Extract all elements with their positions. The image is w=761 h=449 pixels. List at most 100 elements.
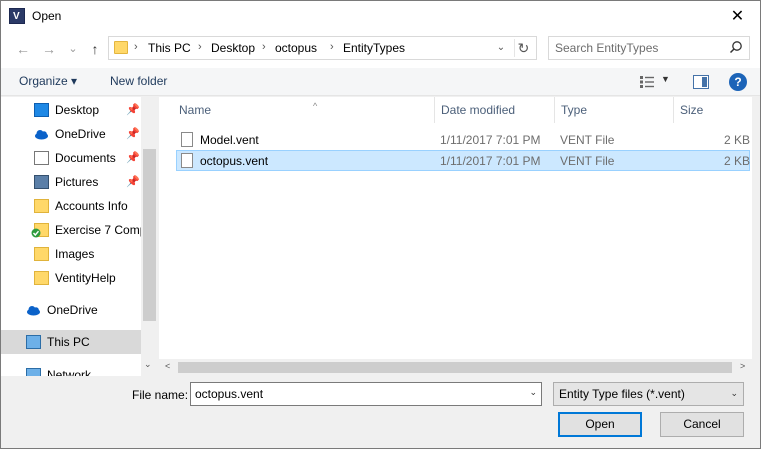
breadcrumb-entitytypes[interactable]: EntityTypes	[343, 41, 405, 55]
help-icon[interactable]: ?	[729, 73, 747, 91]
sort-ascending-icon: ^	[313, 101, 318, 111]
file-type: VENT File	[560, 154, 615, 168]
refresh-button[interactable]: ↻	[514, 39, 532, 57]
breadcrumb-separator: ›	[198, 41, 202, 53]
breadcrumb-separator: ›	[262, 41, 266, 53]
file-row-octopus-vent[interactable]: octopus.vent 1/11/2017 7:01 PM VENT File…	[176, 150, 750, 171]
breadcrumb-this-pc[interactable]: This PC	[148, 41, 191, 55]
file-name-label: File name:	[132, 388, 189, 402]
open-dialog: V Open ✕ ← → ⌄ ↑ › This PC › Desktop › o…	[0, 0, 761, 449]
file-name: octopus.vent	[200, 154, 269, 168]
view-options-icon[interactable]	[639, 75, 655, 89]
close-button[interactable]: ✕	[715, 1, 760, 32]
cancel-button[interactable]: Cancel	[660, 412, 744, 437]
organize-menu-button[interactable]: Organize ▾	[19, 74, 77, 88]
sidebar-item-label: Exercise 7 Comp	[55, 223, 147, 237]
navigation-bar: ← → ⌄ ↑ › This PC › Desktop › octopus › …	[1, 32, 760, 68]
open-button[interactable]: Open	[558, 412, 642, 437]
pin-icon: 📌	[126, 104, 140, 116]
onedrive-icon	[27, 306, 40, 316]
file-name-input[interactable]	[191, 383, 517, 405]
breadcrumb-separator: ›	[134, 41, 138, 53]
address-dropdown-button[interactable]: ⌄	[493, 40, 509, 56]
sidebar-item-images[interactable]: Images	[1, 242, 141, 266]
sidebar-item-desktop[interactable]: Desktop 📌	[1, 98, 141, 122]
scrollbar-thumb[interactable]	[143, 149, 156, 321]
breadcrumb-separator: ›	[330, 41, 334, 53]
sidebar-item-onedrive[interactable]: OneDrive	[1, 298, 141, 322]
sidebar-item-documents[interactable]: Documents 📌	[1, 146, 141, 170]
chevron-down-icon: ⌄	[730, 388, 738, 398]
file-row-model-vent[interactable]: Model.vent 1/11/2017 7:01 PM VENT File 2…	[176, 129, 750, 150]
scrollbar-thumb[interactable]	[178, 362, 732, 373]
preview-pane-icon[interactable]	[693, 75, 709, 89]
sidebar-item-pictures[interactable]: Pictures 📌	[1, 170, 141, 194]
file-icon	[181, 153, 193, 168]
column-header-name[interactable]: Name ^	[173, 97, 435, 123]
file-type-value: Entity Type files (*.vent)	[559, 387, 685, 401]
sidebar-item-label: Documents	[55, 151, 116, 165]
sidebar-item-label: Network	[47, 368, 92, 376]
breadcrumb-octopus[interactable]: octopus	[275, 41, 317, 55]
pin-icon: 📌	[126, 128, 140, 140]
file-name-combobox: ⌄	[190, 382, 542, 406]
sidebar-item-ventityhelp[interactable]: VentityHelp	[1, 266, 141, 290]
recent-locations-button[interactable]: ⌄	[64, 40, 82, 58]
sidebar-item-label: Accounts Info	[55, 199, 128, 213]
scroll-right-icon[interactable]: >	[740, 361, 745, 371]
view-dropdown-caret[interactable]: ▼	[661, 74, 670, 84]
pin-icon: 📌	[126, 152, 140, 164]
folder-synced-icon	[31, 223, 49, 238]
horizontal-scrollbar[interactable]: < >	[159, 359, 752, 376]
file-type: VENT File	[560, 133, 615, 147]
sidebar-item-label: Images	[55, 247, 95, 261]
column-header-date-modified[interactable]: Date modified	[435, 97, 555, 123]
scroll-down-icon[interactable]: ⌄	[144, 359, 152, 370]
pane-edge	[752, 97, 760, 376]
command-toolbar: Organize ▾ New folder ▼ ?	[1, 68, 760, 96]
sidebar-item-label: This PC	[47, 335, 90, 349]
up-button[interactable]: ↑	[86, 40, 104, 58]
file-list: Name ^ Date modified Type Size Model.ven…	[159, 97, 752, 376]
onedrive-icon	[35, 130, 48, 140]
sidebar-item-accounts-info[interactable]: Accounts Info	[1, 194, 141, 218]
sidebar-item-label: OneDrive	[55, 127, 106, 141]
column-header-size[interactable]: Size	[674, 97, 752, 123]
app-icon: V	[9, 8, 25, 24]
sidebar-item-label: Desktop	[55, 103, 100, 117]
folder-icon	[34, 271, 49, 285]
scroll-left-icon[interactable]: <	[165, 361, 170, 371]
address-bar[interactable]: › This PC › Desktop › octopus › EntityTy…	[108, 36, 537, 60]
column-header-type[interactable]: Type	[555, 97, 674, 123]
search-input[interactable]	[549, 37, 727, 59]
forward-button[interactable]: →	[40, 40, 58, 58]
new-folder-button[interactable]: New folder	[110, 74, 167, 88]
sidebar-item-network[interactable]: Network	[1, 363, 141, 376]
folder-icon	[114, 41, 128, 54]
this-pc-icon	[26, 335, 41, 349]
search-box	[548, 36, 750, 60]
sidebar-item-label: VentityHelp	[55, 271, 116, 285]
dialog-title: Open	[32, 9, 62, 23]
sidebar-item-this-pc[interactable]: This PC	[1, 330, 141, 354]
file-type-select[interactable]: Entity Type files (*.vent) ⌄	[553, 382, 744, 406]
sidebar-item-exercise-7[interactable]: Exercise 7 Comp	[1, 218, 146, 242]
file-size: 2 KB	[724, 133, 751, 147]
documents-icon	[34, 151, 49, 165]
network-icon	[26, 368, 41, 376]
back-button[interactable]: ←	[14, 40, 32, 58]
pictures-icon	[34, 175, 49, 189]
breadcrumb-desktop[interactable]: Desktop	[211, 41, 255, 55]
pin-icon: 📌	[126, 176, 140, 188]
file-size: 2 KB	[724, 154, 751, 168]
file-icon	[181, 132, 193, 147]
desktop-icon	[34, 103, 49, 117]
sidebar-item-onedrive-quick[interactable]: OneDrive 📌	[1, 122, 141, 146]
navigation-pane: Desktop 📌 OneDrive 📌 Documents 📌 Picture…	[1, 97, 158, 376]
chevron-down-icon[interactable]: ⌄	[529, 387, 537, 398]
file-date: 1/11/2017 7:01 PM	[440, 154, 541, 168]
navigation-scrollbar[interactable]: ⌄	[141, 97, 158, 376]
search-icon[interactable]	[729, 40, 743, 54]
title-bar: V Open ✕	[1, 1, 760, 32]
folder-icon	[34, 247, 49, 261]
